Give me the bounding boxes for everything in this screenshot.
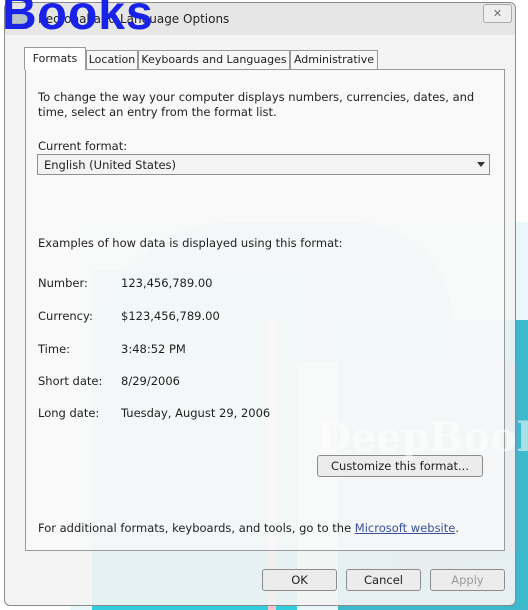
example-number-value: 123,456,789.00 — [121, 276, 213, 290]
tab-formats[interactable]: Formats — [24, 47, 86, 70]
chevron-down-icon — [477, 162, 485, 167]
example-currency-value: $123,456,789.00 — [121, 309, 220, 323]
example-short-date-value: 8/29/2006 — [121, 374, 180, 388]
close-button[interactable]: ✕ — [483, 4, 512, 23]
current-format-select[interactable]: English (United States) — [37, 154, 490, 175]
examples-heading: Examples of how data is displayed using … — [38, 236, 343, 250]
example-currency-label: Currency: — [38, 309, 93, 323]
close-icon: ✕ — [492, 7, 503, 20]
example-long-date-label: Long date: — [38, 406, 100, 420]
example-number-label: Number: — [38, 276, 88, 290]
microsoft-website-link[interactable]: Microsoft website — [355, 521, 456, 535]
footer-text: For additional formats, keyboards, and t… — [38, 521, 459, 535]
current-format-value: English (United States) — [44, 158, 177, 172]
tab-location[interactable]: Location — [86, 50, 138, 69]
footer-text-prefix: For additional formats, keyboards, and t… — [38, 521, 352, 535]
current-format-label: Current format: — [38, 139, 128, 153]
ok-button[interactable]: OK — [262, 569, 337, 591]
watermark-books: Books — [2, 0, 154, 40]
intro-text-line-2: time, select an entry from the format li… — [38, 105, 277, 119]
example-time-value: 3:48:52 PM — [121, 342, 186, 356]
cancel-button[interactable]: Cancel — [346, 569, 421, 591]
tab-keyboards-and-languages[interactable]: Keyboards and Languages — [138, 50, 290, 69]
footer-period: . — [455, 521, 459, 535]
watermark-deepbook: DeepBook — [316, 414, 528, 461]
example-time-label: Time: — [38, 342, 71, 356]
intro-text-line-1: To change the way your computer displays… — [38, 90, 475, 104]
example-long-date-value: Tuesday, August 29, 2006 — [121, 406, 271, 420]
apply-button[interactable]: Apply — [430, 569, 505, 591]
tab-administrative[interactable]: Administrative — [290, 50, 378, 69]
example-short-date-label: Short date: — [38, 374, 103, 388]
